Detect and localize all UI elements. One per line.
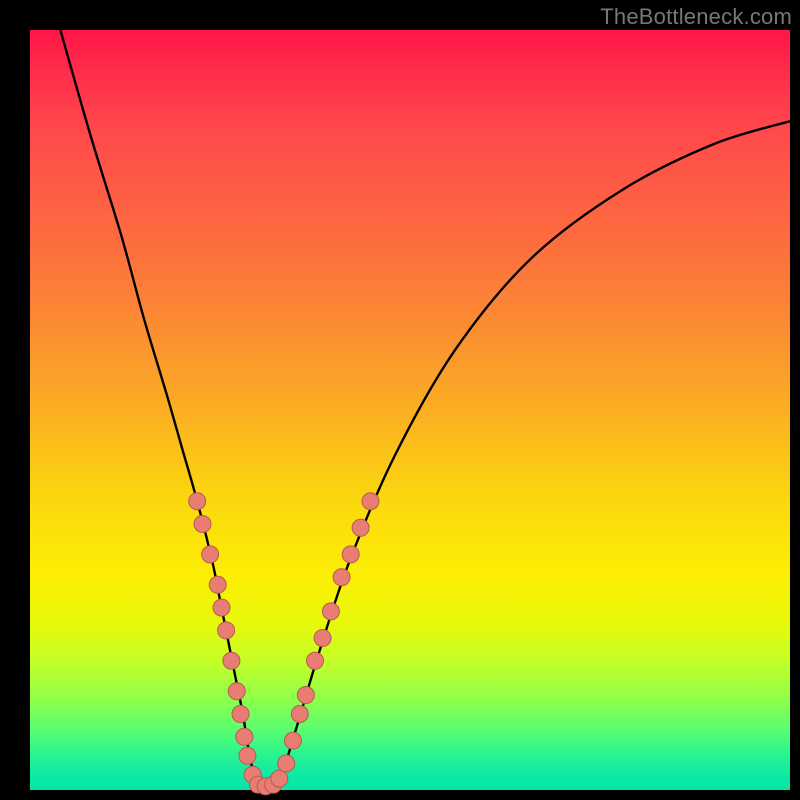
highlight-dot bbox=[333, 569, 350, 586]
highlight-dots bbox=[189, 493, 379, 795]
highlight-dot bbox=[218, 622, 235, 639]
curve-layer bbox=[30, 30, 790, 790]
bottleneck-curve bbox=[60, 30, 790, 789]
highlight-dot bbox=[291, 706, 308, 723]
highlight-dot bbox=[228, 683, 245, 700]
highlight-dot bbox=[362, 493, 379, 510]
chart-stage: TheBottleneck.com bbox=[0, 0, 800, 800]
highlight-dot bbox=[314, 630, 331, 647]
highlight-dot bbox=[194, 516, 211, 533]
highlight-dot bbox=[307, 652, 324, 669]
highlight-dot bbox=[202, 546, 219, 563]
highlight-dot bbox=[342, 546, 359, 563]
highlight-dot bbox=[322, 603, 339, 620]
plot-area bbox=[30, 30, 790, 790]
highlight-dot bbox=[232, 706, 249, 723]
highlight-dot bbox=[239, 747, 256, 764]
highlight-dot bbox=[284, 732, 301, 749]
highlight-dot bbox=[223, 652, 240, 669]
highlight-dot bbox=[236, 728, 253, 745]
highlight-dot bbox=[271, 770, 288, 787]
highlight-dot bbox=[297, 687, 314, 704]
highlight-dot bbox=[213, 599, 230, 616]
highlight-dot bbox=[209, 576, 226, 593]
highlight-dot bbox=[189, 493, 206, 510]
watermark-text: TheBottleneck.com bbox=[600, 4, 792, 30]
highlight-dot bbox=[352, 519, 369, 536]
highlight-dot bbox=[278, 755, 295, 772]
